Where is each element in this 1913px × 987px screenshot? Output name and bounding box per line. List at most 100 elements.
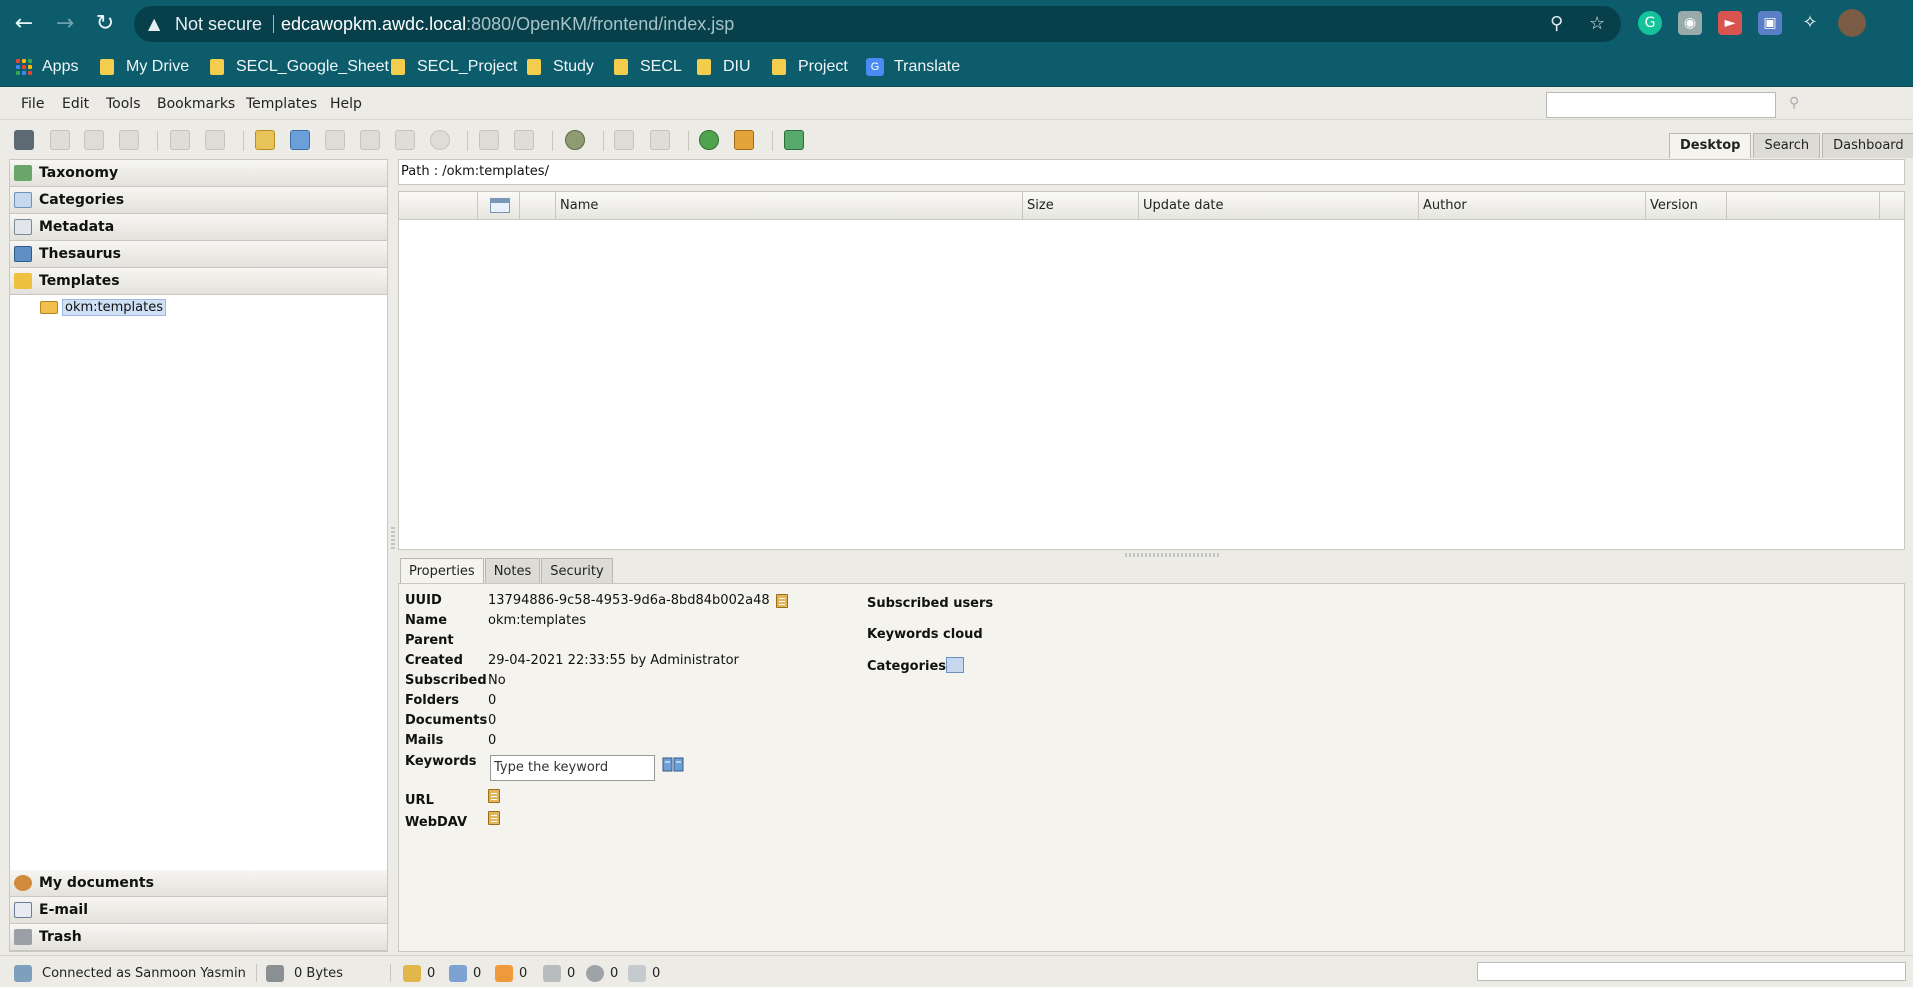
lock-icon[interactable] xyxy=(50,130,70,150)
star-icon[interactable]: ☆ xyxy=(1589,13,1605,34)
column-author[interactable]: Author xyxy=(1419,192,1646,220)
thesaurus-icon xyxy=(14,246,32,262)
status-news[interactable]: 0 xyxy=(543,965,575,982)
stack-metadata[interactable]: Metadata xyxy=(10,214,387,241)
navigator-panel: Taxonomy Categories Metadata Thesaurus T… xyxy=(9,159,388,952)
user-icon xyxy=(14,875,32,891)
keyword-input[interactable]: Type the keyword xyxy=(490,755,655,781)
menu-edit[interactable]: Edit xyxy=(62,96,89,112)
prop-parent: Parent xyxy=(405,633,454,648)
reload-icon[interactable]: ↻ xyxy=(91,10,119,38)
menu-file[interactable]: File xyxy=(21,96,44,112)
add-category-icon[interactable] xyxy=(946,657,964,673)
status-checkout[interactable]: 0 xyxy=(449,965,481,982)
bookmark-diu[interactable]: DIU xyxy=(697,55,751,79)
status-subscriptions[interactable]: 0 xyxy=(495,965,527,982)
refresh-icon[interactable] xyxy=(699,130,719,150)
status-locked[interactable]: 0 xyxy=(403,965,435,982)
find-icon[interactable] xyxy=(14,130,34,150)
stack-templates[interactable]: Templates xyxy=(10,268,387,295)
menu-help[interactable]: Help xyxy=(330,96,362,112)
extensions-icon[interactable]: ✧ xyxy=(1798,11,1822,35)
bookmarks-bar: Apps My Drive SECL_Google_Sheet SECL_Pro… xyxy=(0,48,1913,87)
security-label[interactable]: Not secure xyxy=(175,14,262,35)
address-bar[interactable]: ▲ Not secure edcawopkm.awdc.local:8080/O… xyxy=(134,6,1621,42)
tab-search[interactable]: Search xyxy=(1753,133,1821,158)
camera-icon[interactable]: ◉ xyxy=(1678,11,1702,35)
column-type[interactable] xyxy=(478,192,520,220)
tab-properties[interactable]: Properties xyxy=(400,558,484,584)
bookmark-apps[interactable]: Apps xyxy=(16,55,78,79)
tab-dashboard[interactable]: Dashboard xyxy=(1822,133,1913,158)
thesaurus-book-icon[interactable] xyxy=(662,756,684,774)
bookmark-translate[interactable]: G Translate xyxy=(866,55,960,79)
folder-icon xyxy=(210,59,224,75)
column-update-date[interactable]: Update date xyxy=(1139,192,1419,220)
tab-desktop[interactable]: Desktop xyxy=(1669,133,1752,158)
workflow-icon[interactable] xyxy=(565,130,585,150)
mute-icon[interactable]: ► xyxy=(1718,11,1742,35)
prop-name: Name okm:templates xyxy=(405,613,586,628)
stack-trash[interactable]: Trash xyxy=(10,924,387,951)
tab-notes[interactable]: Notes xyxy=(484,558,541,584)
unlock-icon[interactable] xyxy=(84,130,104,150)
column-version[interactable]: Version xyxy=(1646,192,1727,220)
back-icon[interactable]: ← xyxy=(10,10,38,38)
url-text[interactable]: edcawopkm.awdc.local:8080/OpenKM/fronten… xyxy=(281,14,734,35)
export-icon[interactable] xyxy=(784,130,804,150)
vertical-splitter[interactable] xyxy=(391,527,395,551)
column-size[interactable]: Size xyxy=(1023,192,1139,220)
bookmark-secl-google-sheet[interactable]: SECL_Google_Sheet xyxy=(210,55,389,79)
bookmark-my-drive[interactable]: My Drive xyxy=(100,55,189,79)
remove-subscription-icon[interactable] xyxy=(650,130,670,150)
delete-icon[interactable] xyxy=(430,130,450,150)
column-status[interactable] xyxy=(399,192,478,220)
grammarly-icon[interactable]: G xyxy=(1638,11,1662,35)
forward-icon[interactable]: → xyxy=(51,10,79,38)
stack-categories[interactable]: Categories xyxy=(10,187,387,214)
profile-avatar[interactable] xyxy=(1838,9,1866,37)
download-icon[interactable] xyxy=(360,130,380,150)
screencast-icon[interactable]: ▣ xyxy=(1758,11,1782,35)
add-property-group-icon[interactable] xyxy=(479,130,499,150)
add-document-icon[interactable] xyxy=(290,130,310,150)
copy-uuid-icon[interactable] xyxy=(775,594,788,608)
edit-icon[interactable] xyxy=(325,130,345,150)
proposed-icon xyxy=(628,965,646,982)
print-icon[interactable] xyxy=(119,130,139,150)
copy-url-icon[interactable] xyxy=(488,789,500,803)
horizontal-splitter[interactable] xyxy=(1125,553,1221,557)
tab-security[interactable]: Security xyxy=(541,558,613,584)
stack-my-documents[interactable]: My documents xyxy=(10,870,387,897)
menu-bookmarks[interactable]: Bookmarks xyxy=(157,96,235,112)
remove-property-group-icon[interactable] xyxy=(514,130,534,150)
folder-icon xyxy=(527,59,541,75)
menu-templates[interactable]: Templates xyxy=(246,96,317,112)
key-icon[interactable]: ⚲ xyxy=(1550,13,1563,34)
copy-webdav-icon[interactable] xyxy=(488,811,500,825)
tree-node-okm-templates[interactable]: okm:templates xyxy=(40,298,166,316)
prop-mails: Mails 0 xyxy=(405,733,497,748)
column-flag[interactable] xyxy=(520,192,556,220)
status-proposed[interactable]: 0 xyxy=(628,965,660,982)
stack-taxonomy[interactable]: Taxonomy xyxy=(10,160,387,187)
checkout-icon[interactable] xyxy=(170,130,190,150)
home-icon[interactable] xyxy=(734,130,754,150)
stack-email[interactable]: E-mail xyxy=(10,897,387,924)
bookmark-secl[interactable]: SECL xyxy=(614,55,682,79)
bookmark-secl-project[interactable]: SECL_Project xyxy=(391,55,518,79)
warning-icon[interactable]: ▲ xyxy=(148,14,160,33)
download-pdf-icon[interactable] xyxy=(395,130,415,150)
column-name[interactable]: Name xyxy=(556,192,1023,220)
stack-thesaurus[interactable]: Thesaurus xyxy=(10,241,387,268)
column-extra[interactable] xyxy=(1727,192,1880,220)
menu-tools[interactable]: Tools xyxy=(106,96,141,112)
bookmark-study[interactable]: Study xyxy=(527,55,594,79)
checkin-icon[interactable] xyxy=(205,130,225,150)
quick-search-input[interactable] xyxy=(1546,92,1776,118)
search-icon[interactable]: ⚲ xyxy=(1789,95,1799,111)
status-workflows[interactable]: 0 xyxy=(586,965,618,982)
new-folder-icon[interactable] xyxy=(255,130,275,150)
bookmark-project[interactable]: Project xyxy=(772,55,848,79)
add-subscription-icon[interactable] xyxy=(614,130,634,150)
